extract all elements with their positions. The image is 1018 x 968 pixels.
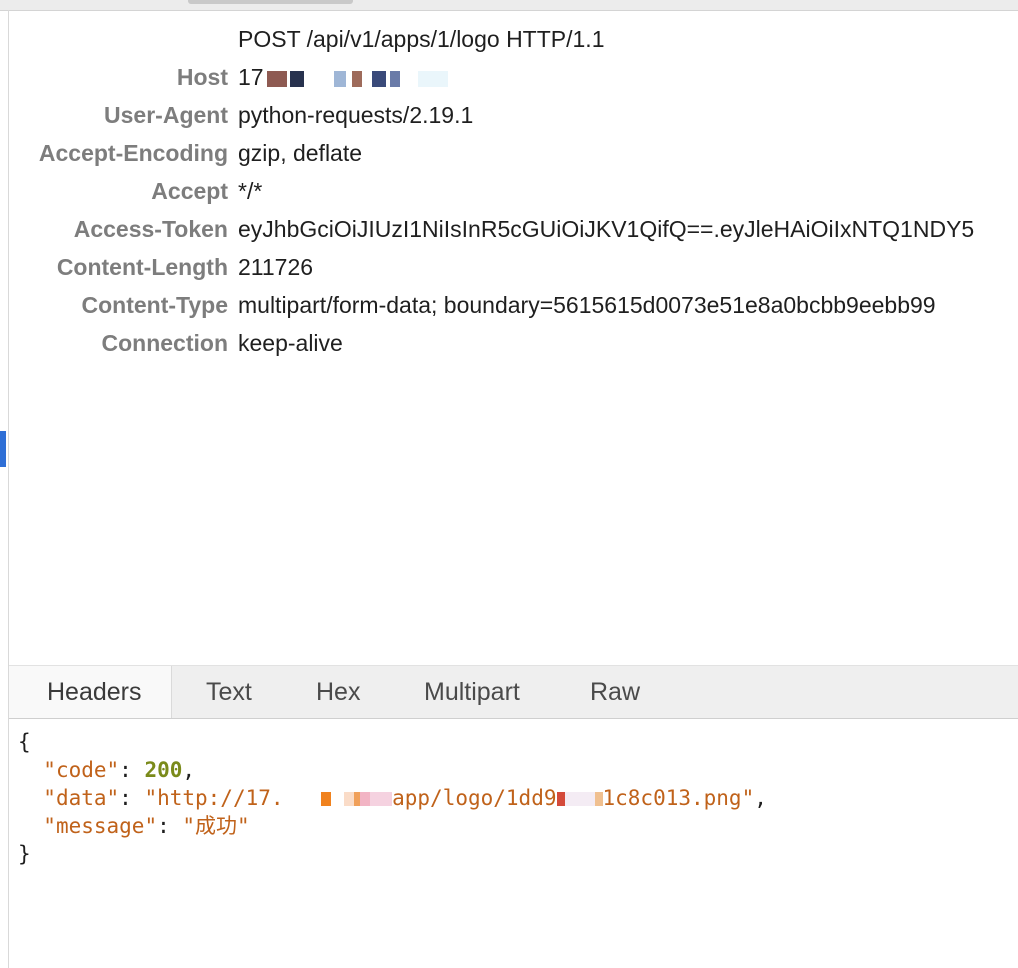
- tab-text[interactable]: Text: [206, 666, 252, 718]
- header-row-content-type: Content-Type multipart/form-data; bounda…: [0, 284, 1018, 322]
- header-key: Accept: [151, 178, 228, 204]
- redacted-block: [266, 70, 287, 87]
- redacted-block: [417, 70, 448, 87]
- header-key: User-Agent: [104, 102, 228, 128]
- header-row-accept: Accept */*: [0, 170, 1018, 208]
- json-open-brace: {: [18, 730, 31, 754]
- tab-label: Multipart: [424, 678, 520, 706]
- redacted-block: [564, 792, 595, 806]
- header-key: Host: [176, 64, 228, 90]
- redacted-block: [594, 792, 603, 806]
- header-value: gzip, deflate: [238, 140, 363, 166]
- header-key: Connection: [101, 330, 229, 356]
- redacted-block: [371, 70, 386, 87]
- tab-label: Text: [206, 678, 252, 706]
- json-value-message: "成功": [182, 814, 250, 838]
- redacted-block: [389, 70, 400, 87]
- tab-raw[interactable]: Raw: [590, 666, 640, 718]
- response-tab-bar: Headers Text Hex Multipart Raw: [9, 665, 1018, 719]
- tab-multipart[interactable]: Multipart: [424, 666, 520, 718]
- request-line: POST /api/v1/apps/1/logo HTTP/1.1: [238, 26, 605, 52]
- json-value-data-mid: app/logo/1dd9: [392, 786, 557, 810]
- header-value: */*: [238, 178, 263, 204]
- tab-headers[interactable]: Headers: [9, 666, 172, 718]
- json-value-data-start: "http://17.: [144, 786, 284, 810]
- header-row-connection: Connection keep-alive: [0, 322, 1018, 360]
- json-key-data: "data": [43, 786, 120, 810]
- header-key: Access-Token: [73, 216, 228, 242]
- header-key: Content-Length: [56, 254, 228, 280]
- header-value: eyJhbGciOiJIUzI1NiIsInR5cGUiOiJKV1QifQ==…: [238, 216, 975, 242]
- header-key: Content-Type: [81, 292, 228, 318]
- window-top-bar: [0, 0, 1018, 11]
- header-value: multipart/form-data; boundary=5615615d00…: [238, 292, 936, 318]
- json-key-code: "code": [43, 758, 120, 782]
- request-line-row: POST /api/v1/apps/1/logo HTTP/1.1: [0, 18, 1018, 56]
- redacted-block: [321, 792, 332, 806]
- response-json-body: { "code": 200, "data": "http://17. app/l…: [18, 730, 767, 866]
- header-value: python-requests/2.19.1: [238, 102, 474, 128]
- redacted-block: [351, 70, 362, 87]
- redacted-block: [360, 792, 371, 806]
- header-row-content-length: Content-Length 211726: [0, 246, 1018, 284]
- request-headers-pane: POST /api/v1/apps/1/logo HTTP/1.1 Host 1…: [0, 18, 1018, 360]
- json-close-brace: }: [18, 842, 31, 866]
- json-value-data-end: 1c8c013.png": [602, 786, 755, 810]
- redacted-block: [344, 792, 355, 806]
- redacted-block: [370, 792, 393, 806]
- header-row-host: Host 17: [0, 56, 1018, 94]
- top-tab-stub[interactable]: [188, 0, 353, 4]
- header-row-access-token: Access-Token eyJhbGciOiJIUzI1NiIsInR5cGU…: [0, 208, 1018, 246]
- redacted-block: [556, 792, 565, 806]
- redacted-block: [289, 70, 304, 87]
- header-row-accept-encoding: Accept-Encoding gzip, deflate: [0, 132, 1018, 170]
- header-row-user-agent: User-Agent python-requests/2.19.1: [0, 94, 1018, 132]
- tab-label: Hex: [316, 678, 361, 706]
- tab-hex[interactable]: Hex: [316, 666, 360, 718]
- header-value: keep-alive: [238, 330, 343, 356]
- header-value: 17: [238, 64, 448, 91]
- tab-label: Raw: [590, 678, 641, 706]
- json-key-message: "message": [43, 814, 158, 838]
- selection-marker: [0, 431, 6, 467]
- redacted-block: [333, 70, 346, 87]
- json-value-code: 200: [144, 758, 183, 782]
- header-key: Accept-Encoding: [38, 140, 228, 166]
- header-value: 211726: [238, 254, 314, 280]
- tab-label: Headers: [47, 678, 142, 706]
